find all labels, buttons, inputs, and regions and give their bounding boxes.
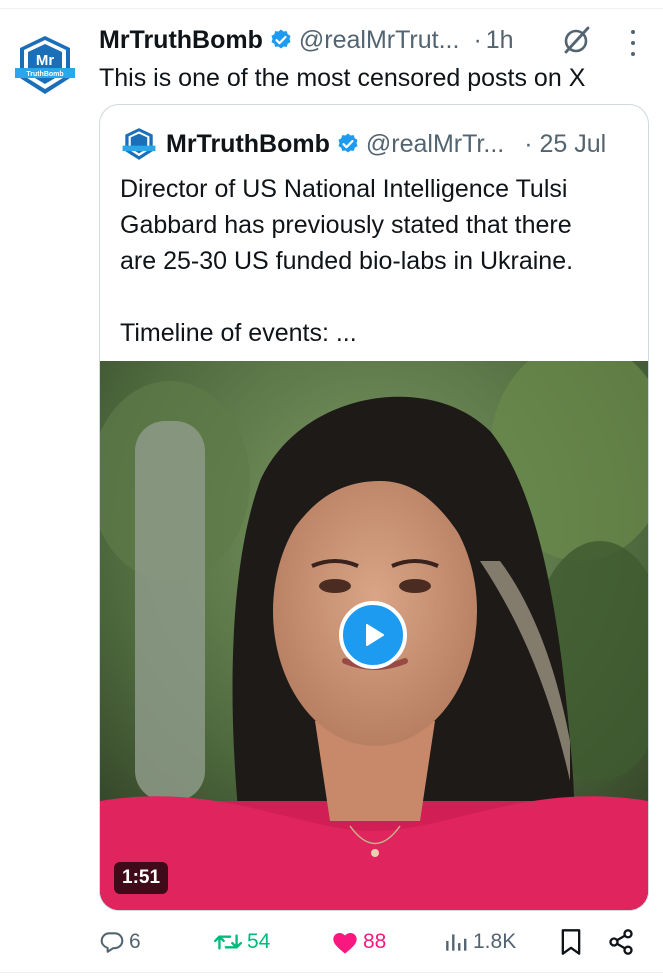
avatar-logo-text: Mr — [36, 52, 54, 69]
quote-text-line: are 25-30 US funded bio-labs in Ukraine. — [120, 247, 574, 275]
quote-text-line: Gabbard has previously stated that there — [120, 211, 572, 239]
play-button[interactable] — [339, 601, 407, 669]
post-time[interactable]: 1h — [486, 22, 514, 58]
grok-icon[interactable] — [561, 24, 593, 56]
post-text: This is one of the most censored posts o… — [99, 64, 586, 92]
quote-author-handle[interactable]: @realMrTr... — [366, 127, 504, 161]
quote-header: MrTruthBomb @realMrTr... · 25 Jul — [122, 127, 606, 161]
quote-time[interactable]: · 25 Jul — [524, 127, 606, 161]
quote-timeline-text: Timeline of events: ... — [120, 319, 357, 347]
post-header: MrTruthBomb @realMrTrut... · 1h — [99, 22, 514, 58]
views-button[interactable]: 1.8K — [443, 924, 516, 960]
bottom-divider — [0, 972, 663, 973]
quoted-post[interactable]: MrTruthBomb @realMrTr... · 25 Jul Direct… — [99, 104, 649, 911]
action-bar: 6 54 88 1.8K — [99, 924, 647, 960]
quote-text-line: Director of US National Intelligence Tul… — [120, 175, 568, 203]
views-count: 1.8K — [473, 930, 517, 953]
like-icon — [333, 933, 357, 954]
views-icon — [446, 934, 467, 951]
repost-button[interactable]: 54 — [213, 924, 270, 960]
repost-count: 54 — [247, 930, 271, 953]
share-icon — [609, 929, 633, 955]
quote-author-avatar[interactable] — [122, 127, 156, 161]
author-avatar[interactable]: Mr TruthBomb — [14, 34, 76, 96]
reply-icon — [100, 932, 124, 953]
reply-count: 6 — [129, 930, 141, 953]
verified-badge-icon — [271, 29, 291, 49]
video-player[interactable]: 1:51 — [100, 361, 648, 910]
video-duration: 1:51 — [114, 862, 169, 894]
reply-button[interactable]: 6 — [99, 924, 141, 960]
share-button[interactable] — [607, 924, 639, 960]
avatar-ribbon-text: TruthBomb — [26, 71, 63, 78]
like-count: 88 — [363, 930, 387, 953]
more-icon[interactable] — [622, 30, 644, 56]
author-handle[interactable]: @realMrTrut... — [299, 22, 460, 58]
separator-dot: · — [473, 26, 482, 54]
author-name[interactable]: MrTruthBomb — [99, 22, 263, 58]
verified-badge-icon — [338, 133, 358, 153]
quote-author-name[interactable]: MrTruthBomb — [166, 127, 330, 161]
play-icon — [366, 624, 384, 646]
repost-icon — [213, 934, 243, 950]
like-button[interactable]: 88 — [331, 924, 386, 960]
bookmark-icon — [561, 929, 581, 955]
top-divider — [0, 8, 663, 9]
quote-text: Director of US National Intelligence Tul… — [120, 171, 640, 351]
bookmark-button[interactable] — [559, 924, 587, 960]
